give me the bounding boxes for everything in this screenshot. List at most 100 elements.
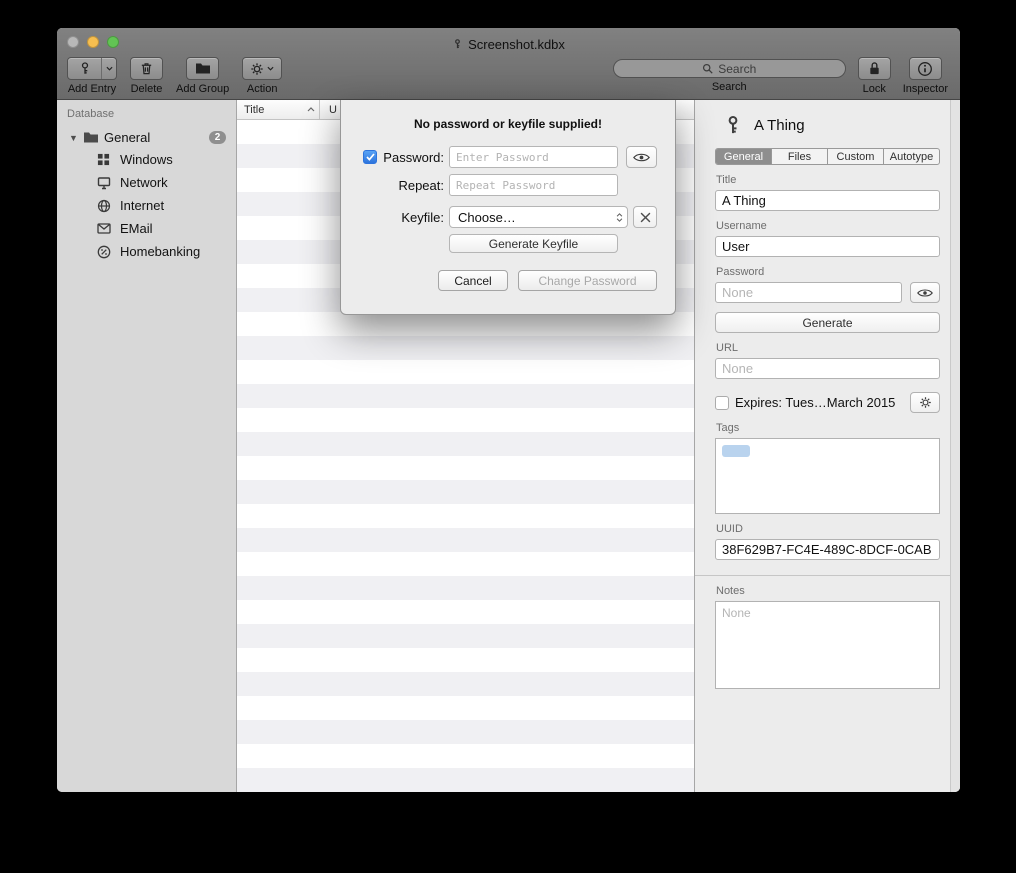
username-field[interactable] [715,236,940,257]
zoom-button[interactable] [107,36,119,48]
window-grid-icon [97,152,112,167]
screen-background: Screenshot.kdbx Add Entry [0,0,1016,873]
column-title-label: Title [244,104,264,116]
generate-keyfile-button[interactable]: Generate Keyfile [449,234,618,253]
search-input[interactable]: Search [613,59,846,78]
expires-checkbox[interactable] [715,396,729,410]
show-password-button[interactable] [910,282,940,303]
inspector-header: A Thing [723,114,940,136]
traffic-lights [67,36,119,48]
document-key-icon [452,38,463,50]
dialog-message: No password or keyfile supplied! [341,100,675,131]
lock-button[interactable] [858,57,891,80]
password-label: Password: [383,150,444,165]
expires-settings-button[interactable] [910,392,940,413]
folder-icon [83,131,99,144]
column-header-username[interactable]: U [320,104,337,116]
envelope-icon [97,221,112,236]
change-password-button[interactable]: Change Password [518,270,657,291]
column-header-title[interactable]: Title [237,100,319,119]
tab-autotype[interactable]: Autotype [884,149,939,164]
repeat-label: Repeat: [398,178,444,193]
app-window: Screenshot.kdbx Add Entry [57,28,960,792]
sidebar-item-email[interactable]: EMail [57,217,236,240]
sort-ascending-icon [307,107,319,112]
username-field-label: Username [716,220,940,232]
action-label: Action [247,83,278,95]
cancel-button[interactable]: Cancel [438,270,508,291]
add-group-button[interactable] [186,57,219,80]
inspector-tabs: General Files Custom Autotype [715,148,940,165]
keyfile-label: Keyfile: [401,210,444,225]
password-field-label: Password [716,266,940,278]
gear-icon [919,396,932,409]
url-field[interactable] [715,358,940,379]
add-group-label: Add Group [176,83,229,95]
password-row [715,282,940,303]
lock-icon [868,61,881,76]
tab-general[interactable]: General [716,149,772,164]
show-password-button[interactable] [626,146,657,168]
notes-label: Notes [716,585,940,597]
gear-icon [250,62,264,76]
generate-password-button[interactable]: Generate [715,312,940,333]
sidebar-item-internet[interactable]: Internet [57,194,236,217]
chevron-down-icon [267,66,274,71]
repeat-password-input[interactable] [449,174,618,196]
column-username-label: U [329,104,337,116]
titlebar: Screenshot.kdbx [57,28,960,54]
inspector-label: Inspector [903,83,948,95]
action-button[interactable] [242,57,282,80]
password-field[interactable] [715,282,902,303]
chevron-down-icon[interactable] [101,58,116,79]
title-field[interactable] [715,190,940,211]
toolbar-item-add-entry: Add Entry [67,57,117,95]
stepper-icon [616,213,623,222]
inspector-divider [695,575,960,576]
eye-icon [633,152,650,163]
search-label: Search [712,81,747,93]
window-title-text: Screenshot.kdbx [468,37,565,52]
delete-button[interactable] [130,57,163,80]
close-button[interactable] [67,36,79,48]
monitor-icon [97,175,112,190]
toolbar-item-add-group: Add Group [176,57,229,95]
sidebar-item-general[interactable]: ▼ General 2 [57,127,236,148]
notes-field[interactable] [715,601,940,689]
close-x-icon [640,212,651,223]
window-title: Screenshot.kdbx [452,31,565,52]
tab-custom[interactable]: Custom [828,149,884,164]
minimize-button[interactable] [87,36,99,48]
clear-keyfile-button[interactable] [633,206,657,228]
globe-icon [97,198,112,213]
sidebar-item-network[interactable]: Network [57,171,236,194]
key-icon [68,58,101,79]
toolbar: Add Entry Delete [57,54,960,95]
enter-password-input[interactable] [449,146,618,168]
keyfile-select[interactable]: Choose… [449,206,628,228]
dialog-keyfile-row: Keyfile: Choose… [341,206,675,228]
toolbar-right-group: Search Search Lock [613,57,948,95]
search-icon [702,63,713,74]
sidebar-item-windows[interactable]: Windows [57,148,236,171]
inspector-button[interactable] [909,57,942,80]
sidebar-item-label: General [104,130,150,145]
keyfile-selected-value: Choose… [458,210,516,225]
tags-field[interactable] [715,438,940,514]
tab-files[interactable]: Files [772,149,828,164]
uuid-field[interactable] [715,539,940,560]
sidebar-section-header: Database [57,108,236,127]
dialog-password-row: Password: [341,146,675,168]
tag-chip[interactable] [722,445,750,457]
trash-icon [139,61,154,76]
inspector-scrollbar[interactable] [950,100,960,792]
disclosure-triangle-icon[interactable]: ▼ [69,133,78,143]
sidebar-item-homebanking[interactable]: Homebanking [57,240,236,263]
sidebar-item-label: Homebanking [120,244,200,259]
expires-label: Expires: Tues…March 2015 [735,395,895,410]
password-checkbox[interactable] [363,150,377,164]
change-password-dialog: No password or keyfile supplied! Passwor… [340,100,676,315]
sidebar-item-label: Windows [120,152,173,167]
add-entry-button[interactable] [67,57,117,80]
title-field-label: Title [716,174,940,186]
